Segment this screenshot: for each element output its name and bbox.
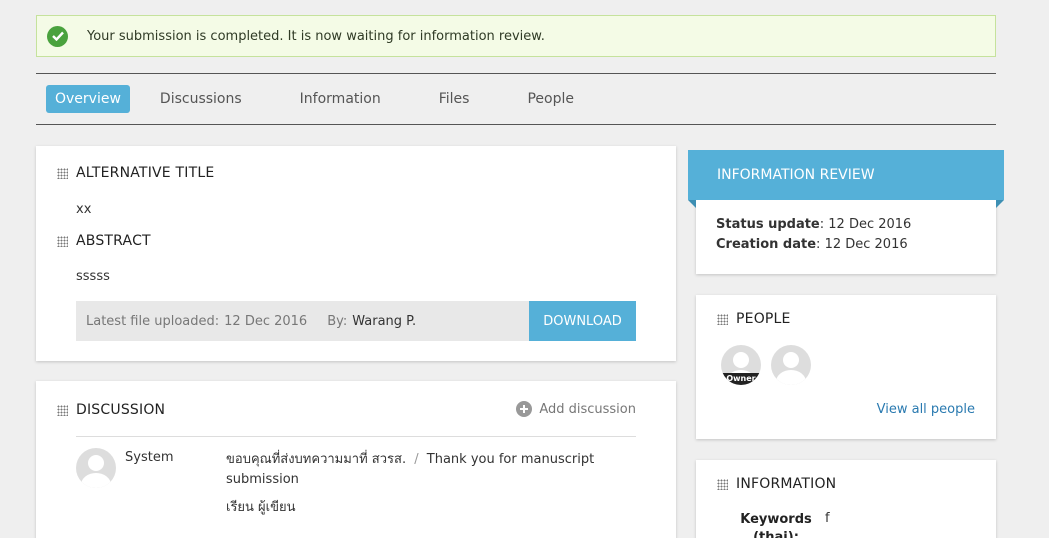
alt-title-value: xx <box>76 202 92 217</box>
file-date: 12 Dec 2016 <box>224 313 308 329</box>
people-heading: PEOPLE <box>717 311 791 327</box>
tab-information[interactable]: Information <box>291 85 390 113</box>
status-update-label: Status update <box>716 217 820 232</box>
alert-message: Your submission is completed. It is now … <box>87 28 545 44</box>
divider <box>76 436 636 437</box>
view-all-people-link[interactable]: View all people <box>877 402 975 417</box>
info-review-header: INFORMATION REVIEW <box>688 150 1004 208</box>
uploader-name: Warang P. <box>352 313 417 329</box>
information-heading: INFORMATION <box>717 476 836 492</box>
people-card: PEOPLE Owner View all people <box>696 295 996 439</box>
download-button[interactable]: DOWNLOAD <box>529 301 636 341</box>
check-circle-icon <box>47 25 68 47</box>
by-label: By: <box>327 313 348 329</box>
discussion-greeting: เรียน ผู้เขียน <box>226 500 296 515</box>
information-card: INFORMATION Keywords (thai): f <box>696 460 996 538</box>
bullet-icon <box>717 478 728 490</box>
information-heading-label: INFORMATION <box>736 476 837 492</box>
avatar[interactable]: Owner <box>721 345 761 385</box>
add-discussion-button[interactable]: Add discussion <box>516 401 636 417</box>
avatar <box>76 448 116 488</box>
discussion-heading: DISCUSSION <box>57 402 165 418</box>
bullet-icon <box>57 235 68 247</box>
keywords-label: Keywords (thai): <box>740 512 812 538</box>
keywords-value: f <box>825 511 830 526</box>
bullet-icon <box>57 404 68 416</box>
abstract-heading: ABSTRACT <box>57 233 151 249</box>
abstract-value: sssss <box>76 269 110 284</box>
discussion-item[interactable]: System ขอบคุณที่ส่งบทความมาที่ สวรส. / T… <box>76 448 636 538</box>
discussion-heading-label: DISCUSSION <box>76 402 166 418</box>
bullet-icon <box>717 313 728 325</box>
overview-card: ALTERNATIVE TITLE xx ABSTRACT sssss Late… <box>36 146 676 361</box>
owner-badge: Owner <box>721 373 761 385</box>
people-heading-label: PEOPLE <box>736 311 791 327</box>
latest-file-bar: Latest file uploaded: 12 Dec 2016 By: Wa… <box>76 301 636 341</box>
message-thai: ขอบคุณที่ส่งบทความมาที่ สวรส. <box>226 452 407 467</box>
abstract-heading-label: ABSTRACT <box>76 233 151 249</box>
creation-date-value: 12 Dec 2016 <box>824 237 908 252</box>
tab-discussions[interactable]: Discussions <box>151 85 251 113</box>
message-separator: / <box>414 452 419 467</box>
creation-date-label: Creation date <box>716 237 817 252</box>
file-label: Latest file uploaded: <box>86 313 220 329</box>
add-discussion-label: Add discussion <box>539 401 636 417</box>
discussion-message: ขอบคุณที่ส่งบทความมาที่ สวรส. / Thank yo… <box>226 450 606 490</box>
discussion-card: DISCUSSION Add discussion System ขอบคุณท… <box>36 381 676 538</box>
tab-files[interactable]: Files <box>430 85 479 113</box>
avatar[interactable] <box>771 345 811 385</box>
status-update-row: Status update: 12 Dec 2016 <box>716 217 912 232</box>
alt-title-heading: ALTERNATIVE TITLE <box>57 165 214 181</box>
bullet-icon <box>57 167 68 179</box>
discussion-author: System <box>125 450 174 465</box>
tab-people[interactable]: People <box>518 85 583 113</box>
alt-title-heading-label: ALTERNATIVE TITLE <box>76 165 215 181</box>
tab-overview[interactable]: Overview <box>46 85 130 113</box>
tab-bar: Overview Discussions Information Files P… <box>36 73 996 125</box>
creation-date-row: Creation date: 12 Dec 2016 <box>716 237 908 252</box>
status-update-value: 12 Dec 2016 <box>828 217 912 232</box>
success-alert: Your submission is completed. It is now … <box>36 15 996 57</box>
plus-circle-icon <box>516 401 533 417</box>
